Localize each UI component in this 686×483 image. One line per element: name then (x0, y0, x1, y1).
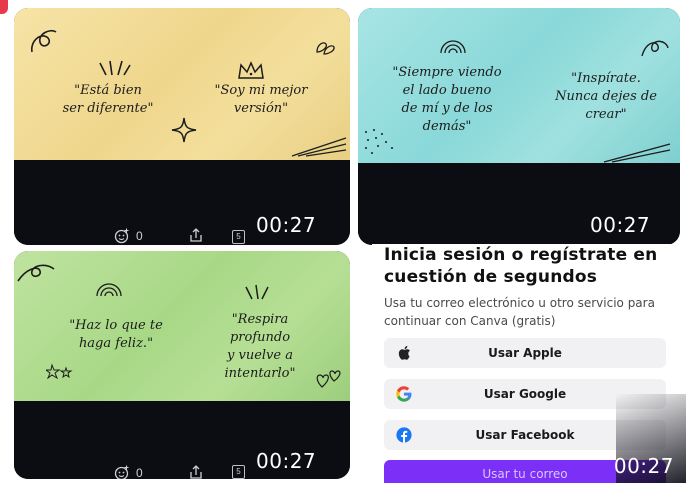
card-3-duration: 00:27 (256, 449, 317, 473)
card-1-reaction-count: 0 (136, 229, 143, 243)
swirl-icon (31, 29, 57, 53)
rainbow-icon (440, 40, 466, 54)
template-card-2[interactable]: "Siempre viendo el lado bueno de mí y de… (358, 8, 680, 245)
rays-icon (245, 284, 269, 300)
card-1-pages-badge: 5 (232, 230, 245, 244)
share-icon[interactable] (188, 227, 204, 243)
card-3-quote-left: "Haz lo que te haga feliz." (69, 318, 163, 351)
login-subtitle: Usa tu correo electrónico u otro servici… (384, 296, 655, 328)
crown-icon (238, 61, 264, 79)
rays-icon (99, 60, 131, 76)
card-3-pages-badge: 5 (232, 465, 245, 479)
google-icon (396, 386, 412, 402)
leaf-doodle-icon (641, 40, 669, 57)
stroke-lines-icon (291, 137, 347, 157)
template-card-1[interactable]: "Está bien ser diferente" "Soy mi mejor … (14, 8, 350, 245)
card-3-preview: "Haz lo que te haga feliz." "Respira pro… (14, 251, 350, 401)
card-2-duration: 00:27 (590, 213, 651, 237)
google-login-button[interactable]: Usar Google (384, 379, 666, 409)
dots-icon (365, 129, 393, 154)
google-login-label: Usar Google (483, 387, 567, 401)
card-1-quote-left: "Está bien ser diferente" (62, 83, 154, 116)
card-1-quote-right: "Soy mi mejor versión" (214, 83, 308, 116)
facebook-icon (396, 427, 412, 443)
card-3-reaction-count: 0 (136, 466, 143, 479)
facebook-login-label: Usar Facebook (475, 428, 575, 442)
template-card-3[interactable]: "Haz lo que te haga feliz." "Respira pro… (14, 251, 350, 479)
rainbow-icon (96, 283, 122, 297)
login-panel-duration: 00:27 (613, 454, 674, 478)
apple-login-label: Usar Apple (488, 346, 562, 360)
hearts-icon (316, 370, 341, 388)
login-panel: Inicia sesión o regístrate en cuestión d… (372, 244, 686, 483)
stroke-lines-icon (603, 143, 671, 163)
facebook-login-button[interactable]: Usar Facebook (384, 420, 666, 450)
leaves-icon (316, 42, 335, 55)
card-1-reactions[interactable]: 0 (114, 228, 143, 244)
smiley-add-icon (114, 228, 129, 244)
sparkle-star-icon (171, 117, 197, 143)
apple-icon (396, 345, 412, 361)
share-icon[interactable] (188, 464, 204, 479)
card-2-preview: "Siempre viendo el lado bueno de mí y de… (358, 8, 680, 163)
card-3-reactions[interactable]: 0 (114, 465, 143, 479)
apple-login-button[interactable]: Usar Apple (384, 338, 666, 368)
swirl-icon (17, 264, 55, 282)
login-title: Inicia sesión o regístrate en cuestión d… (384, 245, 658, 287)
card-1-preview: "Está bien ser diferente" "Soy mi mejor … (14, 8, 350, 160)
corner-accent (0, 0, 8, 14)
card-1-duration: 00:27 (256, 213, 317, 237)
card-2-quote-right: "Inspírate. Nunca dejes de crear" (555, 71, 657, 122)
card-3-quote-right: "Respira profundo y vuelve a intentarlo" (224, 312, 296, 381)
smiley-add-icon (114, 465, 129, 479)
stars-doodle-icon (46, 363, 73, 379)
